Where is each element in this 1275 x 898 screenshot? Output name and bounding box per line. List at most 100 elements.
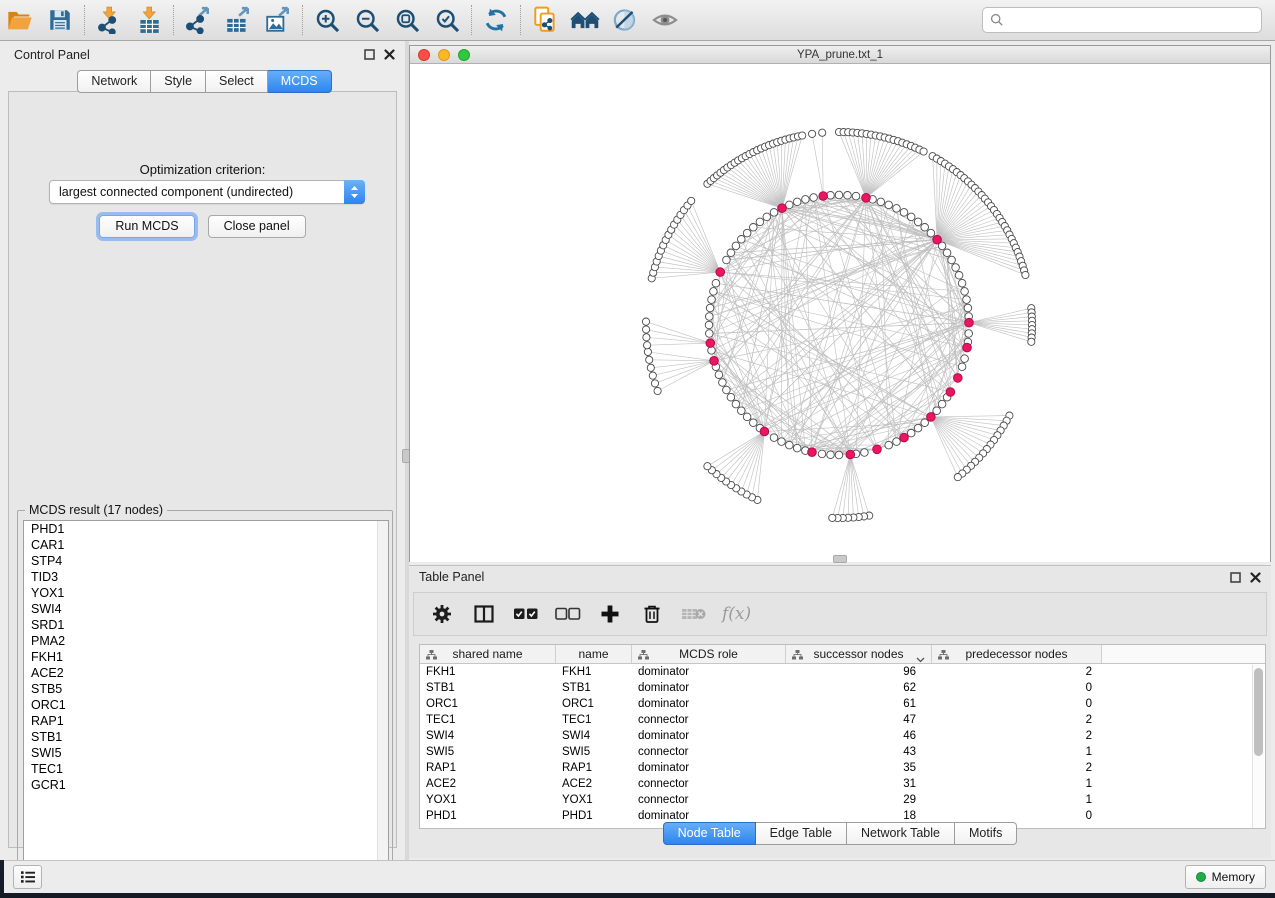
network-node[interactable] <box>651 380 658 387</box>
cell-successor-nodes[interactable]: 61 <box>786 698 932 710</box>
tab-edge-table[interactable]: Edge Table <box>756 822 847 845</box>
table-row[interactable]: TEC1TEC1connector472 <box>420 712 1265 728</box>
import-table-button[interactable] <box>129 2 169 38</box>
network-node[interactable] <box>893 438 901 446</box>
network-hub-node[interactable] <box>778 204 787 213</box>
network-node[interactable] <box>1028 338 1035 345</box>
network-node[interactable] <box>778 438 786 446</box>
network-node[interactable] <box>732 400 740 408</box>
network-node[interactable] <box>819 129 826 136</box>
cell-predecessor-nodes[interactable]: 2 <box>932 730 1102 742</box>
network-hub-node[interactable] <box>963 343 972 352</box>
mcds-result-item[interactable]: ORC1 <box>24 697 388 713</box>
cell-name[interactable]: RAP1 <box>556 762 632 774</box>
mcds-result-item[interactable]: SWI4 <box>24 601 388 617</box>
network-node[interactable] <box>961 288 969 296</box>
network-hub-node[interactable] <box>933 235 942 244</box>
network-node[interactable] <box>723 256 731 264</box>
network-hub-node[interactable] <box>927 413 936 422</box>
network-node[interactable] <box>900 209 908 217</box>
toggle-birds-eye-view-button[interactable] <box>645 2 685 38</box>
cell-MCDS-role[interactable]: connector <box>632 778 786 790</box>
network-node[interactable] <box>643 326 650 333</box>
network-node[interactable] <box>770 209 778 217</box>
cell-predecessor-nodes[interactable]: 2 <box>932 714 1102 726</box>
export-image-button[interactable] <box>258 2 298 38</box>
column-header-predecessor-nodes[interactable]: predecessor nodes <box>932 645 1102 663</box>
column-header-MCDS-role[interactable]: MCDS role <box>632 645 786 663</box>
network-node[interactable] <box>907 429 915 437</box>
save-session-button[interactable] <box>40 2 80 38</box>
network-node[interactable] <box>907 213 915 221</box>
minimize-window-icon[interactable] <box>438 49 450 61</box>
network-hub-node[interactable] <box>965 318 974 327</box>
network-node[interactable] <box>809 130 816 137</box>
network-node[interactable] <box>893 205 901 213</box>
network-node[interactable] <box>719 379 727 387</box>
network-node[interactable] <box>654 387 661 394</box>
cell-successor-nodes[interactable]: 18 <box>786 810 932 822</box>
table-row[interactable]: YOX1YOX1connector291 <box>420 792 1265 808</box>
cell-shared-name[interactable]: ORC1 <box>420 698 556 710</box>
network-node[interactable] <box>877 198 885 206</box>
show-all-panels-button[interactable] <box>565 2 605 38</box>
tab-motifs[interactable]: Motifs <box>955 822 1017 845</box>
network-hub-node[interactable] <box>819 192 828 201</box>
cell-predecessor-nodes[interactable]: 0 <box>932 810 1102 822</box>
network-node[interactable] <box>852 192 860 200</box>
cell-successor-nodes[interactable]: 31 <box>786 778 932 790</box>
network-node[interactable] <box>844 192 852 200</box>
mcds-result-item[interactable]: SRD1 <box>24 617 388 633</box>
cell-predecessor-nodes[interactable]: 1 <box>932 778 1102 790</box>
cell-MCDS-role[interactable]: dominator <box>632 682 786 694</box>
refresh-view-button[interactable] <box>476 2 516 38</box>
network-hub-node[interactable] <box>846 450 855 459</box>
table-row[interactable]: ORC1ORC1dominator610 <box>420 696 1265 712</box>
network-node[interactable] <box>706 313 714 321</box>
zoom-selected-button[interactable] <box>427 2 467 38</box>
network-node[interactable] <box>704 463 711 470</box>
cell-MCDS-role[interactable]: connector <box>632 714 786 726</box>
column-header-successor-nodes[interactable]: successor nodes <box>786 645 932 663</box>
network-node[interactable] <box>835 191 843 199</box>
network-node[interactable] <box>921 224 929 232</box>
network-node[interactable] <box>920 148 927 155</box>
delete-table-button[interactable] <box>676 596 712 632</box>
network-hub-node[interactable] <box>760 427 769 436</box>
network-node[interactable] <box>743 413 751 421</box>
table-row[interactable]: SWI4SWI4dominator462 <box>420 728 1265 744</box>
cell-predecessor-nodes[interactable]: 0 <box>932 698 1102 710</box>
cell-shared-name[interactable]: STB1 <box>420 682 556 694</box>
cell-successor-nodes[interactable]: 62 <box>786 682 932 694</box>
mcds-result-item[interactable]: SWI5 <box>24 745 388 761</box>
cell-name[interactable]: ORC1 <box>556 698 632 710</box>
network-hub-node[interactable] <box>862 194 871 203</box>
table-row[interactable]: FKH1FKH1dominator962 <box>420 664 1265 680</box>
network-hub-node[interactable] <box>946 388 955 397</box>
toggle-columns-button[interactable] <box>466 596 502 632</box>
cell-shared-name[interactable]: RAP1 <box>420 762 556 774</box>
cell-successor-nodes[interactable]: 46 <box>786 730 932 742</box>
network-node[interactable] <box>715 371 723 379</box>
search-input[interactable] <box>1009 10 1261 30</box>
network-node[interactable] <box>948 256 956 264</box>
memory-button[interactable]: Memory <box>1185 865 1266 889</box>
network-node[interactable] <box>835 451 843 459</box>
table-row[interactable]: STB1STB1dominator620 <box>420 680 1265 696</box>
cell-MCDS-role[interactable]: connector <box>632 794 786 806</box>
tab-select[interactable]: Select <box>206 70 268 93</box>
network-node[interactable] <box>705 321 713 329</box>
network-node[interactable] <box>793 198 801 206</box>
network-hub-node[interactable] <box>716 268 725 277</box>
network-node[interactable] <box>750 224 758 232</box>
network-node[interactable] <box>954 474 961 481</box>
mcds-list-scrollbar[interactable] <box>377 521 388 879</box>
mcds-result-item[interactable]: CAR1 <box>24 537 388 553</box>
cell-predecessor-nodes[interactable]: 2 <box>932 762 1102 774</box>
network-node[interactable] <box>861 449 869 457</box>
network-node[interactable] <box>706 304 714 312</box>
network-node[interactable] <box>799 132 806 139</box>
network-node[interactable] <box>961 355 969 363</box>
delete-row-button[interactable] <box>634 596 670 632</box>
task-history-button[interactable] <box>13 865 42 889</box>
